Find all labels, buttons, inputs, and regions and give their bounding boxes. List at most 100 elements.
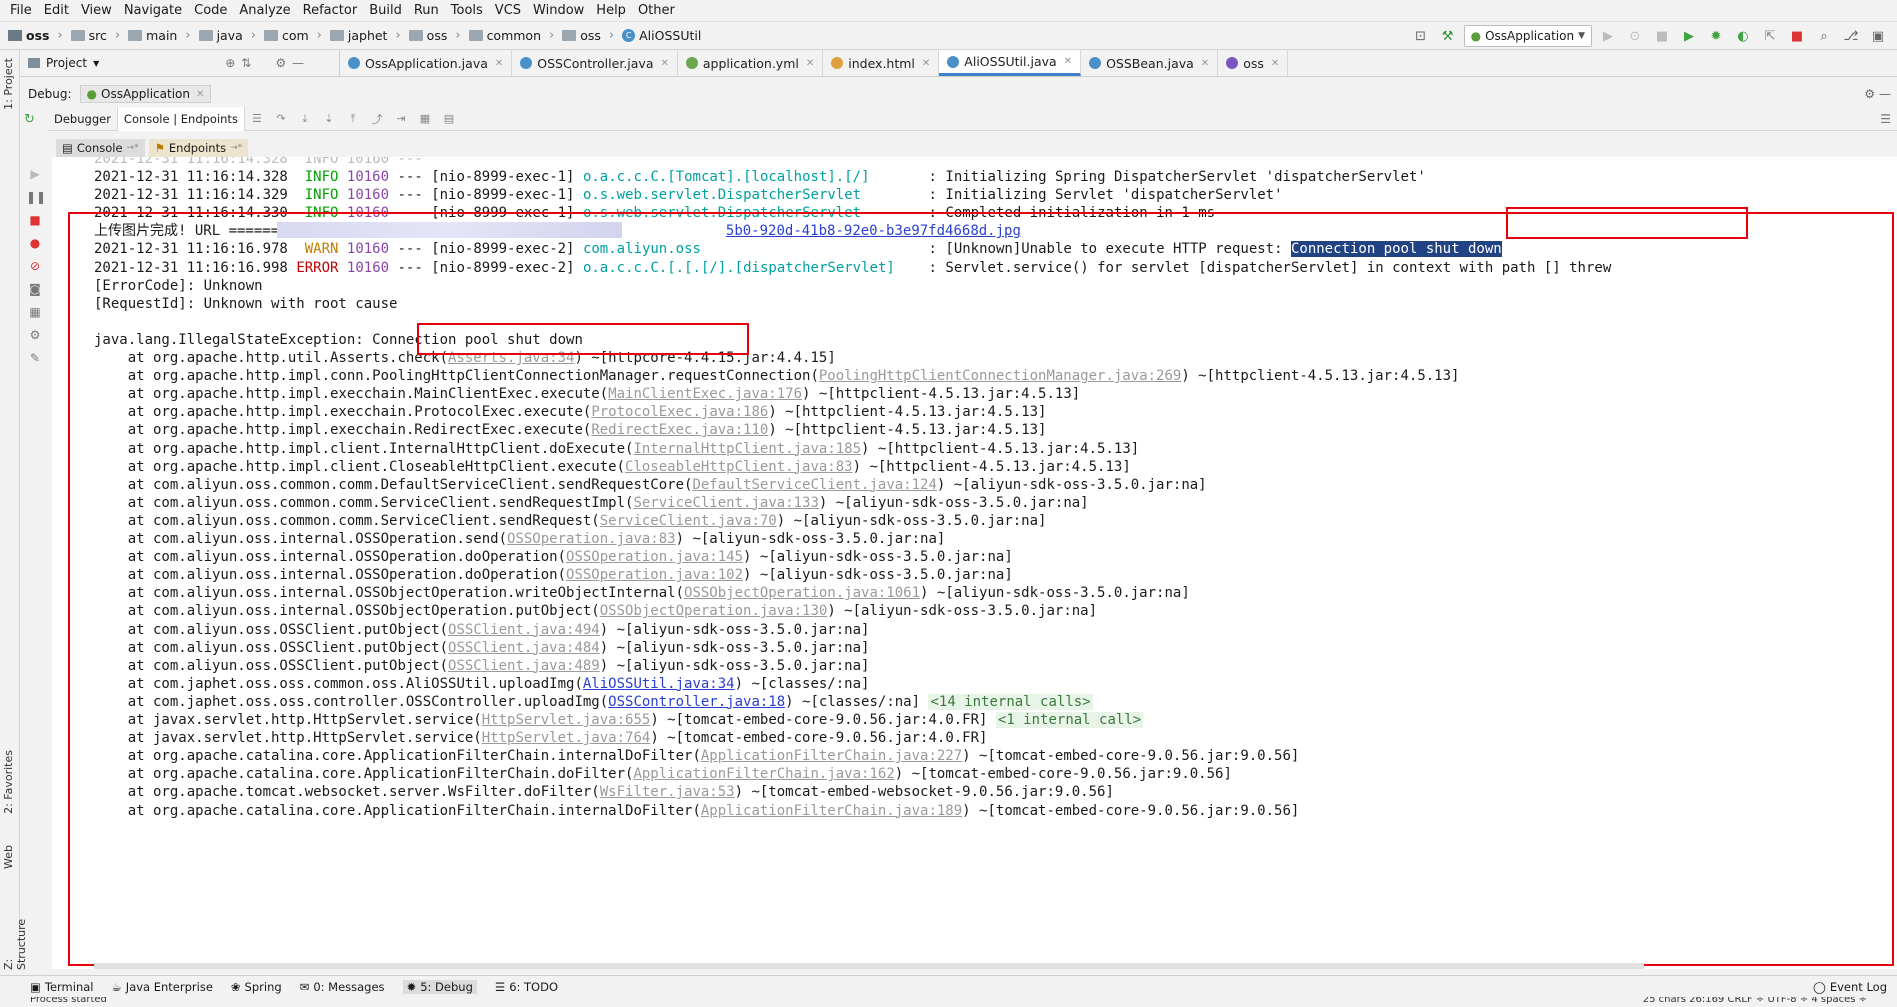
breadcrumb-item[interactable]: oss (560, 28, 603, 43)
bottom-tab-6-todo[interactable]: ☰ 6: TODO (495, 980, 558, 994)
breadcrumb-item[interactable]: java (197, 28, 245, 43)
step-over-icon[interactable]: ↷ (273, 112, 289, 125)
close-icon[interactable]: ✕ (806, 58, 814, 69)
bottom-tab-5-debug[interactable]: ✹ 5: Debug (402, 979, 477, 994)
hide-icon[interactable]: — (1879, 87, 1891, 101)
pin-icon[interactable]: ✎ (26, 349, 44, 367)
event-log-tab[interactable]: ◯ Event Log (1813, 980, 1887, 994)
menu-item-edit[interactable]: Edit (38, 0, 75, 22)
console-output[interactable]: 2021-12-31 11:16:14.328 INFO 10160 --- 2… (52, 157, 1897, 969)
breadcrumb-item[interactable]: oss (6, 28, 51, 43)
chevron-down-icon[interactable]: ▼ (93, 59, 99, 68)
mute-breakpoints-icon[interactable]: ⊘ (26, 257, 44, 275)
build-hammer-icon[interactable]: ⚒ (1437, 25, 1459, 47)
camera-icon[interactable]: ◙ (26, 280, 44, 298)
locate-icon[interactable]: ⊕ (225, 56, 235, 70)
favorites-tool-tab[interactable]: 2: Favorites (2, 750, 15, 814)
run-to-cursor-icon[interactable]: ⇥ (393, 112, 409, 125)
debug-session-tab[interactable]: ● OssApplication ✕ (79, 85, 212, 103)
horizontal-scrollbar[interactable] (94, 963, 1644, 969)
tab-oss[interactable]: oss ✕ (1218, 50, 1289, 76)
project-structure-icon[interactable]: ⊡ (1410, 25, 1432, 47)
git-icon[interactable]: ⎇ (1840, 25, 1862, 47)
menu-item-run[interactable]: Run (408, 0, 445, 22)
menu-item-other[interactable]: Other (632, 0, 681, 22)
search-icon[interactable]: ⌕ (1813, 25, 1835, 47)
evaluate-icon[interactable]: ▦ (417, 112, 433, 125)
debug-label: Debug: (28, 87, 72, 101)
drop-frame-icon[interactable]: ⤴ (369, 111, 385, 127)
close-icon[interactable]: ✕ (660, 58, 668, 69)
tab-console[interactable]: ▤ Console →* (56, 139, 145, 157)
close-icon[interactable]: ✕ (495, 58, 503, 69)
profile-icon[interactable]: ◐ (1732, 25, 1754, 47)
tab-ossapplication-java[interactable]: OssApplication.java ✕ (340, 50, 513, 76)
close-icon[interactable]: ✕ (1201, 58, 1209, 69)
menu-item-window[interactable]: Window (527, 0, 590, 22)
breadcrumb-item[interactable]: japhet (328, 28, 390, 43)
debug-icon[interactable]: ✹ (1705, 25, 1727, 47)
project-panel-title[interactable]: Project (46, 56, 87, 70)
gear-icon[interactable]: ⚙ (275, 56, 286, 70)
breadcrumb-item[interactable]: common (467, 28, 543, 43)
rerun-icon[interactable]: ↻ (24, 112, 35, 127)
menu-item-help[interactable]: Help (590, 0, 632, 22)
menu-item-build[interactable]: Build (363, 0, 408, 22)
breadcrumb-item[interactable]: com (262, 28, 311, 43)
menu-item-file[interactable]: File (4, 0, 38, 22)
tab-application-yml[interactable]: application.yml ✕ (678, 50, 824, 76)
bottom-tab-0-messages[interactable]: ✉ 0: Messages (300, 980, 385, 994)
breadcrumb-item[interactable]: C AliOSSUtil (620, 28, 703, 43)
collapse-icon[interactable]: ⇅ (241, 56, 251, 70)
breadcrumb-item[interactable]: main (126, 28, 179, 43)
layout-icon[interactable]: ▦ (26, 303, 44, 321)
close-icon[interactable]: ✕ (196, 89, 204, 100)
stop-icon[interactable]: ■ (26, 211, 44, 229)
pause-icon[interactable]: ❚❚ (26, 188, 46, 206)
tab-ossbean-java[interactable]: OSSBean.java ✕ (1081, 50, 1219, 76)
gear-icon[interactable]: ⚙ (1864, 87, 1875, 101)
close-icon[interactable]: ✕ (1271, 58, 1279, 69)
menu-icon[interactable]: ☰ (249, 112, 265, 125)
menu-item-code[interactable]: Code (188, 0, 233, 22)
menu-item-tools[interactable]: Tools (445, 0, 489, 22)
trace-icon[interactable]: ▤ (441, 112, 457, 125)
layout-icon[interactable]: ☰ (1880, 112, 1891, 126)
menu-item-vcs[interactable]: VCS (489, 0, 527, 22)
tab-debugger[interactable]: Debugger (48, 106, 118, 131)
view-breakpoints-icon[interactable]: ● (26, 234, 44, 252)
attach-icon[interactable]: ⇱ (1759, 25, 1781, 47)
menu-item-view[interactable]: View (75, 0, 118, 22)
breadcrumb-item[interactable]: src (69, 28, 109, 43)
close-icon[interactable]: ✕ (922, 58, 930, 69)
web-tool-tab[interactable]: Web (2, 845, 15, 869)
run-green-icon[interactable]: ▶ (1678, 25, 1700, 47)
tab-endpoints[interactable]: ⚑ Endpoints →* (148, 139, 249, 157)
step-out-icon[interactable]: ⤒ (345, 112, 361, 126)
bottom-tab-terminal[interactable]: ▣ Terminal (30, 980, 93, 994)
run-icon[interactable]: ▶ (1597, 25, 1619, 47)
step-into-icon[interactable]: ⤓ (297, 112, 313, 126)
bottom-tab-spring[interactable]: ❀ Spring (231, 980, 282, 994)
tab-console-endpoints[interactable]: Console | Endpoints (117, 106, 245, 131)
breadcrumb-item[interactable]: oss (407, 28, 450, 43)
tab-aliossutil-java[interactable]: AliOSSUtil.java ✕ (939, 50, 1082, 76)
menu-item-analyze[interactable]: Analyze (233, 0, 296, 22)
coverage-icon[interactable]: ⊙ (1624, 25, 1646, 47)
stop-grey-icon[interactable]: ■ (1651, 25, 1673, 47)
resume-icon[interactable]: ▶ (26, 165, 44, 183)
folder-icon (198, 30, 213, 41)
hide-icon[interactable]: — (292, 56, 304, 70)
force-step-into-icon[interactable]: ⇣ (321, 112, 337, 125)
gear-icon[interactable]: ⚙ (26, 326, 44, 344)
close-icon[interactable]: ✕ (1064, 56, 1072, 67)
run-config-combo[interactable]: ● OssApplication ▼ (1463, 25, 1592, 47)
project-tool-tab[interactable]: 1: Project (2, 58, 15, 110)
tab-index-html[interactable]: index.html ✕ (823, 50, 940, 76)
bottom-tab-java-enterprise[interactable]: ☕ Java Enterprise (111, 980, 212, 994)
terminal-icon[interactable]: ▣ (1867, 25, 1889, 47)
stop-icon[interactable]: ■ (1786, 25, 1808, 47)
menu-item-navigate[interactable]: Navigate (118, 0, 188, 22)
menu-item-refactor[interactable]: Refactor (297, 0, 364, 22)
tab-osscontroller-java[interactable]: OSSController.java ✕ (512, 50, 678, 76)
